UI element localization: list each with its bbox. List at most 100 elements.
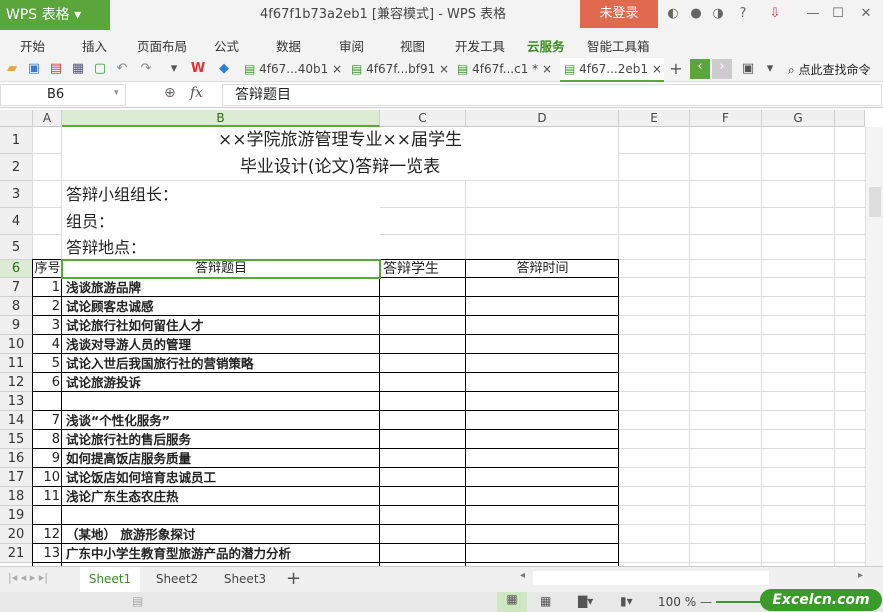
location-cell[interactable]: 答辩地点：: [66, 235, 366, 260]
seq-cell[interactable]: 5: [33, 354, 60, 373]
menu-5[interactable]: 审阅: [339, 36, 364, 55]
row-header-12[interactable]: 12: [0, 373, 33, 392]
topic-cell[interactable]: 试论旅行社如何留住人才: [66, 316, 378, 335]
header-cell[interactable]: 答辩学生: [380, 260, 466, 278]
scroll-thumb[interactable]: [869, 187, 881, 217]
share-icon[interactable]: ◑: [710, 6, 726, 22]
row-header-17[interactable]: 17: [0, 468, 33, 487]
page-layout-icon[interactable]: ▇▾: [578, 594, 593, 608]
menu-7[interactable]: 开发工具: [455, 36, 505, 55]
sheet-tab[interactable]: Sheet3: [215, 567, 275, 592]
topic-cell[interactable]: 如何提高饭店服务质量: [66, 449, 378, 468]
topic-cell[interactable]: 广东中小学生教育型旅游产品的潜力分析: [66, 544, 378, 563]
zoom-level[interactable]: 100 %: [658, 595, 696, 609]
row-header-6[interactable]: 6: [0, 260, 33, 278]
minimize-icon[interactable]: —: [805, 6, 821, 22]
row-header-8[interactable]: 8: [0, 297, 33, 316]
menu-8[interactable]: 云服务: [527, 36, 565, 55]
topic-cell[interactable]: 试论旅游投诉: [66, 373, 378, 392]
seq-cell[interactable]: 9: [33, 449, 60, 468]
title-cell-2[interactable]: 毕业设计(论文)答辩一览表: [62, 154, 618, 181]
scroll-right-icon[interactable]: ▸: [858, 570, 863, 581]
name-box-dropdown-icon[interactable]: ▾: [114, 88, 119, 98]
header-cell[interactable]: 序号: [33, 260, 62, 278]
row-header-13[interactable]: 13: [0, 392, 33, 411]
sheet-tab[interactable]: Sheet2: [147, 567, 207, 592]
row-header-9[interactable]: 9: [0, 316, 33, 335]
tab-next-icon[interactable]: ›: [712, 59, 732, 79]
menu-2[interactable]: 页面布局: [137, 36, 187, 55]
seq-cell[interactable]: 1: [33, 278, 60, 297]
download-icon[interactable]: ⇩: [767, 6, 783, 22]
col-header-B[interactable]: B: [62, 110, 380, 127]
row-header-1[interactable]: 1: [0, 127, 33, 154]
login-button[interactable]: 未登录: [580, 0, 658, 28]
menu-0[interactable]: 开始: [20, 36, 45, 55]
topic-cell[interactable]: 试论饭店如何培育忠诚员工: [66, 468, 378, 487]
menu-9[interactable]: 智能工具箱: [587, 36, 650, 55]
seq-cell[interactable]: 4: [33, 335, 60, 354]
seq-cell[interactable]: 2: [33, 297, 60, 316]
topic-cell[interactable]: [66, 392, 378, 411]
sheet-tab[interactable]: Sheet1: [80, 567, 140, 592]
doc-tab[interactable]: ▤ 4f67f...bf91 ×: [347, 58, 451, 82]
seq-cell[interactable]: 7: [33, 411, 60, 430]
doc-tab[interactable]: ▤ 4f67...40b1 ×: [240, 58, 344, 82]
scroll-left-icon[interactable]: ◂: [520, 570, 530, 581]
add-sheet-icon[interactable]: +: [286, 568, 301, 589]
row-header-19[interactable]: 19: [0, 506, 33, 525]
new-tab-icon[interactable]: +: [668, 61, 684, 77]
row-header-11[interactable]: 11: [0, 354, 33, 373]
skin-icon[interactable]: ◐: [665, 6, 681, 22]
row-header-2[interactable]: 2: [0, 154, 33, 181]
sheet-nav-icons[interactable]: |◂ ◂ ▸ ▸|: [8, 571, 48, 584]
col-header-E[interactable]: E: [619, 110, 690, 127]
row-header-20[interactable]: 20: [0, 525, 33, 544]
seq-cell[interactable]: 12: [33, 525, 60, 544]
page-break-view-icon[interactable]: ▦: [540, 594, 551, 608]
sheet-list-icon[interactable]: ▤: [132, 594, 143, 608]
tab-prev-icon[interactable]: ‹: [690, 59, 710, 79]
doc-tab[interactable]: ▤ 4f67f...c1 * ×: [453, 58, 557, 82]
zoom-out-icon[interactable]: —: [700, 595, 712, 609]
close-tab-icon[interactable]: ×: [652, 62, 662, 76]
formula-input[interactable]: 答辩题目: [222, 84, 882, 106]
row-header-14[interactable]: 14: [0, 411, 33, 430]
settings-icon[interactable]: ●: [688, 6, 704, 22]
row-header-18[interactable]: 18: [0, 487, 33, 506]
export-pdf-icon[interactable]: ▤: [48, 61, 64, 77]
open-icon[interactable]: ▰: [4, 61, 20, 77]
members-cell[interactable]: 组员：: [66, 208, 366, 235]
row-header-10[interactable]: 10: [0, 335, 33, 354]
doc-tab[interactable]: ▤ 4f67...2eb1 ×: [560, 58, 664, 82]
seq-cell[interactable]: [33, 506, 60, 525]
col-header-C[interactable]: C: [380, 110, 466, 127]
vertical-scrollbar[interactable]: [865, 127, 883, 566]
seq-cell[interactable]: 10: [33, 468, 60, 487]
row-header-15[interactable]: 15: [0, 430, 33, 449]
menu-6[interactable]: 视图: [400, 36, 425, 55]
horizontal-scroll-thumb[interactable]: [533, 571, 769, 585]
seq-cell[interactable]: 11: [33, 487, 60, 506]
save-icon[interactable]: ▣: [26, 61, 42, 77]
topic-cell[interactable]: 试论顾客忠诚感: [66, 297, 378, 316]
topic-cell[interactable]: 试论旅行社的售后服务: [66, 430, 378, 449]
menu-3[interactable]: 公式: [214, 36, 239, 55]
maximize-icon[interactable]: ☐: [830, 6, 846, 22]
topic-cell[interactable]: 浅论广东生态农庄热: [66, 487, 378, 506]
print-icon[interactable]: ▦: [70, 61, 86, 77]
cloud-icon[interactable]: ◆: [216, 61, 232, 77]
topic-cell[interactable]: 浅谈旅游品牌: [66, 278, 378, 297]
redo-icon[interactable]: ↷: [138, 61, 154, 77]
menu-4[interactable]: 数据: [276, 36, 301, 55]
zoom-function-icon[interactable]: ⊕: [164, 85, 176, 101]
topic-cell[interactable]: （某地） 旅游形象探讨: [66, 525, 378, 544]
seq-cell[interactable]: 6: [33, 373, 60, 392]
pin-icon[interactable]: ▾: [762, 61, 778, 77]
selected-cell-B6[interactable]: [61, 259, 381, 279]
select-all[interactable]: [0, 110, 33, 127]
row-header-3[interactable]: 3: [0, 181, 33, 208]
topic-cell[interactable]: 浅谈“个性化服务”: [66, 411, 378, 430]
leader-cell[interactable]: 答辩小组组长：: [66, 181, 366, 208]
topic-cell[interactable]: 试论入世后我国旅行社的营销策略: [66, 354, 378, 373]
